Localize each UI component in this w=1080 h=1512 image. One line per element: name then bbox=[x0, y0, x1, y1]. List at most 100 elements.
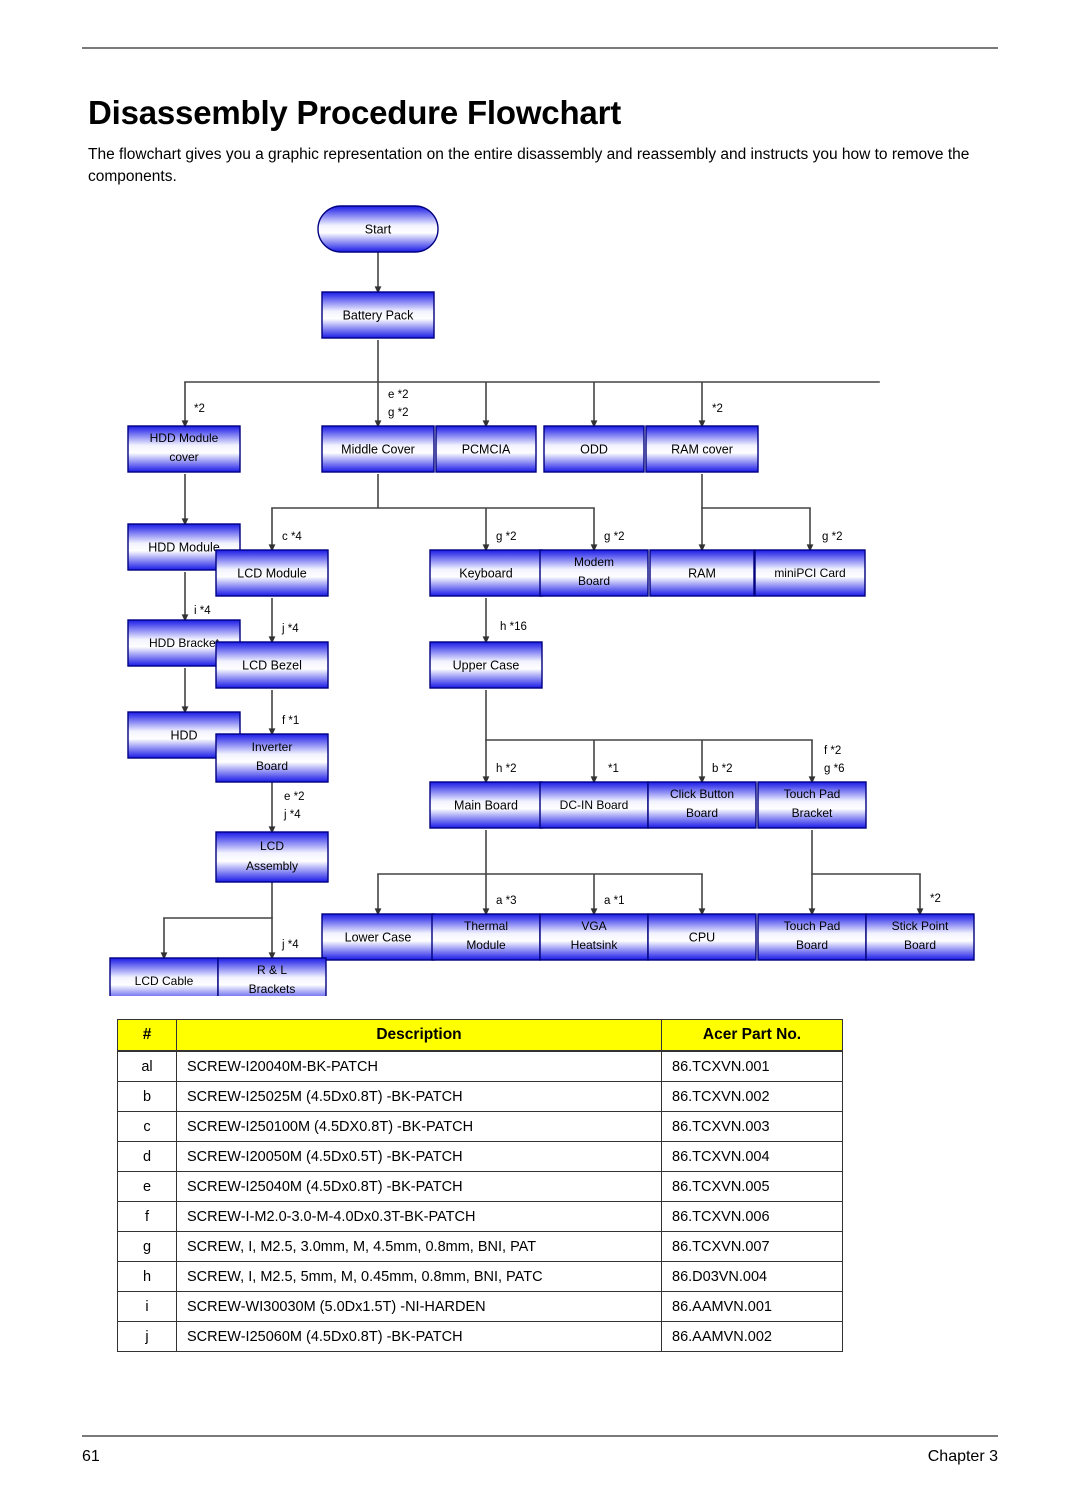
flow-nodes: Start Battery Pack HDD Module cover Midd… bbox=[109, 205, 975, 996]
edge-label-middle-keyboard: g *2 bbox=[496, 531, 516, 543]
flow-node-main-board[interactable]: Main Board bbox=[429, 781, 543, 829]
flow-node-vga-heatsink-label: VGA bbox=[581, 919, 606, 933]
flow-node-lcd-module[interactable]: LCD Module bbox=[215, 549, 329, 597]
header-description: Description bbox=[176, 1019, 662, 1052]
edge-label-hddmodule-bracket: i *4 bbox=[194, 605, 211, 617]
flow-node-hdd-module-cover[interactable]: HDD Module cover bbox=[127, 425, 241, 473]
flow-node-main-board-label: Main Board bbox=[454, 798, 518, 812]
flow-node-upper-case-label: Upper Case bbox=[453, 658, 520, 672]
flow-node-thermal-module[interactable]: Thermal Module bbox=[431, 913, 541, 961]
edge-label-assembly-rl: j *4 bbox=[281, 939, 299, 951]
edge-label-battery-ramcover: *2 bbox=[712, 403, 723, 415]
flow-node-modem-board[interactable]: Modem Board bbox=[539, 549, 649, 597]
flow-node-ram-label: RAM bbox=[688, 566, 716, 580]
flow-node-hdd-module-label: HDD Module bbox=[148, 540, 220, 554]
flow-node-touchpad-board-label: Touch Pad bbox=[784, 919, 841, 933]
edge-label-upper-click: b *2 bbox=[712, 763, 732, 775]
table-row: f SCREW-I-M2.0-3.0-M-4.0Dx0.3T-BK-PATCH … bbox=[117, 1201, 843, 1232]
flow-node-stick-point-board-label2: Board bbox=[904, 938, 936, 952]
edge-label-battery-hddcover: *2 bbox=[194, 403, 205, 415]
flow-node-middle-cover[interactable]: Middle Cover bbox=[321, 425, 435, 473]
flow-node-lower-case-label: Lower Case bbox=[345, 930, 412, 944]
edge-label-middle-modem: g *2 bbox=[604, 531, 624, 543]
edge-label-battery-middle-1: e *2 bbox=[388, 389, 408, 401]
cell-part-no: 86.D03VN.004 bbox=[661, 1261, 843, 1292]
flow-node-stick-point-board[interactable]: Stick Point Board bbox=[865, 913, 975, 961]
flow-node-keyboard[interactable]: Keyboard bbox=[429, 549, 543, 597]
flow-node-touchpad-board[interactable]: Touch Pad Board bbox=[757, 913, 867, 961]
flow-node-click-button-board-label: Click Button bbox=[670, 787, 734, 801]
flow-node-click-button-board[interactable]: Click Button Board bbox=[647, 781, 757, 829]
flow-node-minipci-card[interactable]: miniPCI Card bbox=[754, 549, 866, 597]
flow-node-pcmcia-label: PCMCIA bbox=[462, 442, 511, 456]
disassembly-flowchart: Start Battery Pack HDD Module cover Midd… bbox=[100, 196, 980, 996]
flow-node-keyboard-label: Keyboard bbox=[459, 566, 513, 580]
flow-node-inverter-board-label2: Board bbox=[256, 759, 288, 773]
cell-index: d bbox=[117, 1141, 177, 1172]
flow-node-touchpad-bracket[interactable]: Touch Pad Bracket bbox=[757, 781, 867, 829]
cell-part-no: 86.TCXVN.004 bbox=[661, 1141, 843, 1172]
flow-node-middle-cover-label: Middle Cover bbox=[341, 442, 415, 456]
cell-description: SCREW-I20050M (4.5Dx0.5T) -BK-PATCH bbox=[176, 1141, 662, 1172]
flow-node-inverter-board[interactable]: Inverter Board bbox=[215, 733, 329, 783]
flow-node-lcd-assembly[interactable]: LCD Assembly bbox=[215, 831, 329, 883]
flow-node-upper-case[interactable]: Upper Case bbox=[429, 641, 543, 689]
flow-node-dcin-board-label: DC-IN Board bbox=[560, 798, 629, 812]
flow-node-lcd-bezel[interactable]: LCD Bezel bbox=[215, 641, 329, 689]
flow-node-click-button-board-label2: Board bbox=[686, 806, 718, 820]
flow-node-cpu-label: CPU bbox=[689, 930, 715, 944]
cell-description: SCREW, I, M2.5, 5mm, M, 0.45mm, 0.8mm, B… bbox=[176, 1261, 662, 1292]
edge-label-middle-lcdmodule: c *4 bbox=[282, 531, 302, 543]
table-row: g SCREW, I, M2.5, 3.0mm, M, 4.5mm, 0.8mm… bbox=[117, 1231, 843, 1262]
cell-description: SCREW, I, M2.5, 3.0mm, M, 4.5mm, 0.8mm, … bbox=[176, 1231, 662, 1262]
page-title: Disassembly Procedure Flowchart bbox=[88, 94, 621, 132]
parts-table: # Description Acer Part No. al SCREW-I20… bbox=[117, 1019, 843, 1352]
edge-label-main-vga: a *1 bbox=[604, 895, 624, 907]
flow-node-lcd-cable[interactable]: LCD Cable bbox=[109, 957, 219, 996]
flow-node-ram-cover-label: RAM cover bbox=[671, 442, 733, 456]
flow-node-start[interactable]: Start bbox=[317, 205, 439, 253]
edge-label-upper-touchpad-1: f *2 bbox=[824, 745, 841, 757]
flow-node-stick-point-board-label: Stick Point bbox=[892, 919, 949, 933]
flow-node-minipci-card-label: miniPCI Card bbox=[774, 566, 845, 580]
flow-node-battery-pack[interactable]: Battery Pack bbox=[321, 291, 435, 339]
cell-part-no: 86.TCXVN.003 bbox=[661, 1111, 843, 1142]
edge-label-upper-touchpad-2: g *6 bbox=[824, 763, 844, 775]
flow-node-lcd-assembly-label: LCD bbox=[260, 839, 284, 853]
table-row: i SCREW-WI30030M (5.0Dx1.5T) -NI-HARDEN … bbox=[117, 1291, 843, 1322]
flow-node-ram[interactable]: RAM bbox=[649, 549, 755, 597]
edge-label-main-thermal: a *3 bbox=[496, 895, 516, 907]
cell-index: b bbox=[117, 1081, 177, 1112]
table-row: b SCREW-I25025M (4.5Dx0.8T) -BK-PATCH 86… bbox=[117, 1081, 843, 1112]
flow-node-vga-heatsink[interactable]: VGA Heatsink bbox=[539, 913, 649, 961]
cell-part-no: 86.TCXVN.007 bbox=[661, 1231, 843, 1262]
flow-node-rl-brackets[interactable]: R & L Brackets bbox=[217, 957, 327, 996]
cell-index: i bbox=[117, 1291, 177, 1322]
table-row: e SCREW-I25040M (4.5Dx0.8T) -BK-PATCH 86… bbox=[117, 1171, 843, 1202]
cell-index: al bbox=[117, 1050, 177, 1082]
header-rule bbox=[82, 47, 998, 49]
flow-node-lower-case[interactable]: Lower Case bbox=[321, 913, 435, 961]
flow-node-dcin-board[interactable]: DC-IN Board bbox=[539, 781, 649, 829]
flow-node-touchpad-bracket-label2: Bracket bbox=[792, 806, 833, 820]
flow-node-hdd-label: HDD bbox=[170, 728, 197, 742]
cell-part-no: 86.TCXVN.006 bbox=[661, 1201, 843, 1232]
cell-description: SCREW-WI30030M (5.0Dx1.5T) -NI-HARDEN bbox=[176, 1291, 662, 1322]
flow-node-modem-board-label2: Board bbox=[578, 574, 610, 588]
edge-label-inverter-assembly-2: j *4 bbox=[283, 809, 301, 821]
flow-node-odd[interactable]: ODD bbox=[543, 425, 645, 473]
flow-node-rl-brackets-label2: Brackets bbox=[249, 982, 296, 996]
table-row: al SCREW-I20040M-BK-PATCH 86.TCXVN.001 bbox=[117, 1050, 843, 1082]
flow-node-hdd-bracket-label: HDD Bracket bbox=[149, 636, 220, 650]
header-acer-part-no: Acer Part No. bbox=[661, 1019, 843, 1052]
flow-node-touchpad-board-label2: Board bbox=[796, 938, 828, 952]
flow-node-ram-cover[interactable]: RAM cover bbox=[645, 425, 759, 473]
flow-node-start-label: Start bbox=[365, 222, 392, 236]
edge-label-upper-dcin: *1 bbox=[608, 763, 619, 775]
table-header-row: # Description Acer Part No. bbox=[117, 1019, 843, 1052]
intro-paragraph: The flowchart gives you a graphic repres… bbox=[88, 145, 970, 185]
flow-node-pcmcia[interactable]: PCMCIA bbox=[435, 425, 537, 473]
edge-label-battery-middle-2: g *2 bbox=[388, 407, 408, 419]
table-row: h SCREW, I, M2.5, 5mm, M, 0.45mm, 0.8mm,… bbox=[117, 1261, 843, 1292]
flow-node-cpu[interactable]: CPU bbox=[647, 913, 757, 961]
